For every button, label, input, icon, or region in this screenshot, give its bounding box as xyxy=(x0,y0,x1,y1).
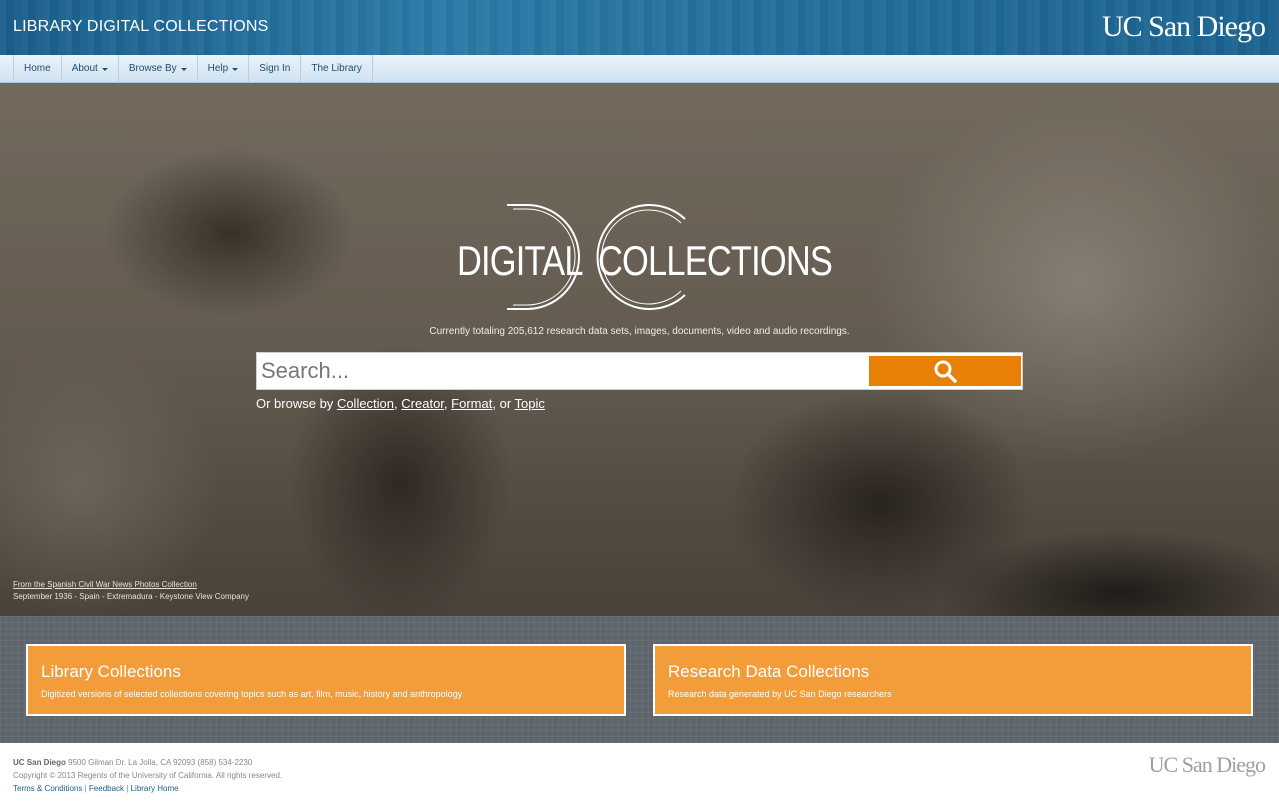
browse-collection-link[interactable]: Collection xyxy=(337,396,394,411)
terms-link[interactable]: Terms & Conditions xyxy=(13,784,82,793)
caption-detail: September 1936 - Spain - Extremadura - K… xyxy=(13,592,249,601)
nav-home-label: Home xyxy=(24,63,51,74)
site-title[interactable]: LIBRARY DIGITAL COLLECTIONS xyxy=(13,18,269,36)
nav-browse-by[interactable]: Browse By xyxy=(119,55,198,83)
browse-creator-link[interactable]: Creator xyxy=(401,396,444,411)
browse-topic-link[interactable]: Topic xyxy=(515,396,545,411)
hero-background-photo xyxy=(0,83,1279,616)
footer-address: UC San Diego 9500 Gilman Dr. La Jolla, C… xyxy=(13,758,252,767)
photo-caption: From the Spanish Civil War News Photos C… xyxy=(13,579,249,603)
nav-help[interactable]: Help xyxy=(198,55,250,83)
collection-count-tagline: Currently totaling 205,612 research data… xyxy=(429,326,850,337)
footer-ucsd-logo[interactable]: UC San Diego xyxy=(1149,752,1266,778)
card-title: Library Collections xyxy=(41,662,181,681)
nav-home[interactable]: Home xyxy=(14,55,62,83)
library-collections-card[interactable]: Library Collections Digitized versions o… xyxy=(26,644,626,716)
caption-collection-link[interactable]: From the Spanish Civil War News Photos C… xyxy=(13,580,197,589)
logo-word-digital: DIGITAL xyxy=(457,237,583,284)
footer-address-text: 9500 Gilman Dr. La Jolla, CA 92093 (858)… xyxy=(68,758,253,767)
logo-word-collections: COLLECTIONS xyxy=(598,237,833,284)
browse-links: Or browse by Collection, Creator, Format… xyxy=(256,396,545,411)
nav-the-library-label: The Library xyxy=(311,63,362,74)
feedback-link[interactable]: Feedback xyxy=(89,784,124,793)
footer-copyright: Copyright © 2013 Regents of the Universi… xyxy=(13,771,283,780)
nav-about[interactable]: About xyxy=(62,55,119,83)
library-home-link[interactable]: Library Home xyxy=(131,784,179,793)
card-description: Research data generated by UC San Diego … xyxy=(668,689,892,699)
digital-collections-logo: DIGITAL COLLECTIONS xyxy=(455,203,833,313)
nav-about-label: About xyxy=(71,63,98,74)
ucsd-logo[interactable]: UC San Diego xyxy=(1102,10,1266,44)
site-header: LIBRARY DIGITAL COLLECTIONS UC San Diego xyxy=(0,0,1279,55)
hero-shade xyxy=(0,83,1279,616)
nav-the-library[interactable]: The Library xyxy=(301,55,373,83)
search-icon xyxy=(934,360,957,383)
caret-down-icon xyxy=(101,67,108,71)
browse-prefix: Or browse by xyxy=(256,396,334,411)
card-description: Digitized versions of selected collectio… xyxy=(41,689,463,699)
nav-sign-in-label: Sign In xyxy=(259,63,291,74)
caret-down-icon xyxy=(232,67,239,71)
footer-org: UC San Diego xyxy=(13,758,66,767)
nav-help-label: Help xyxy=(207,63,229,74)
browse-format-link[interactable]: Format xyxy=(451,396,492,411)
nav-browse-by-label: Browse By xyxy=(128,63,177,74)
search-bar xyxy=(256,352,1023,390)
nav-list: Home About Browse By Help Sign In The Li… xyxy=(13,55,373,83)
research-data-collections-card[interactable]: Research Data Collections Research data … xyxy=(653,644,1253,716)
card-title: Research Data Collections xyxy=(668,662,870,681)
search-input[interactable] xyxy=(257,353,867,389)
caret-down-icon xyxy=(180,67,187,71)
search-button[interactable] xyxy=(869,356,1021,386)
nav-sign-in[interactable]: Sign In xyxy=(249,55,302,83)
main-nav: Home About Browse By Help Sign In The Li… xyxy=(0,55,1279,83)
browse-or: or xyxy=(499,396,512,411)
footer-links: Terms & Conditions | Feedback | Library … xyxy=(13,784,179,793)
